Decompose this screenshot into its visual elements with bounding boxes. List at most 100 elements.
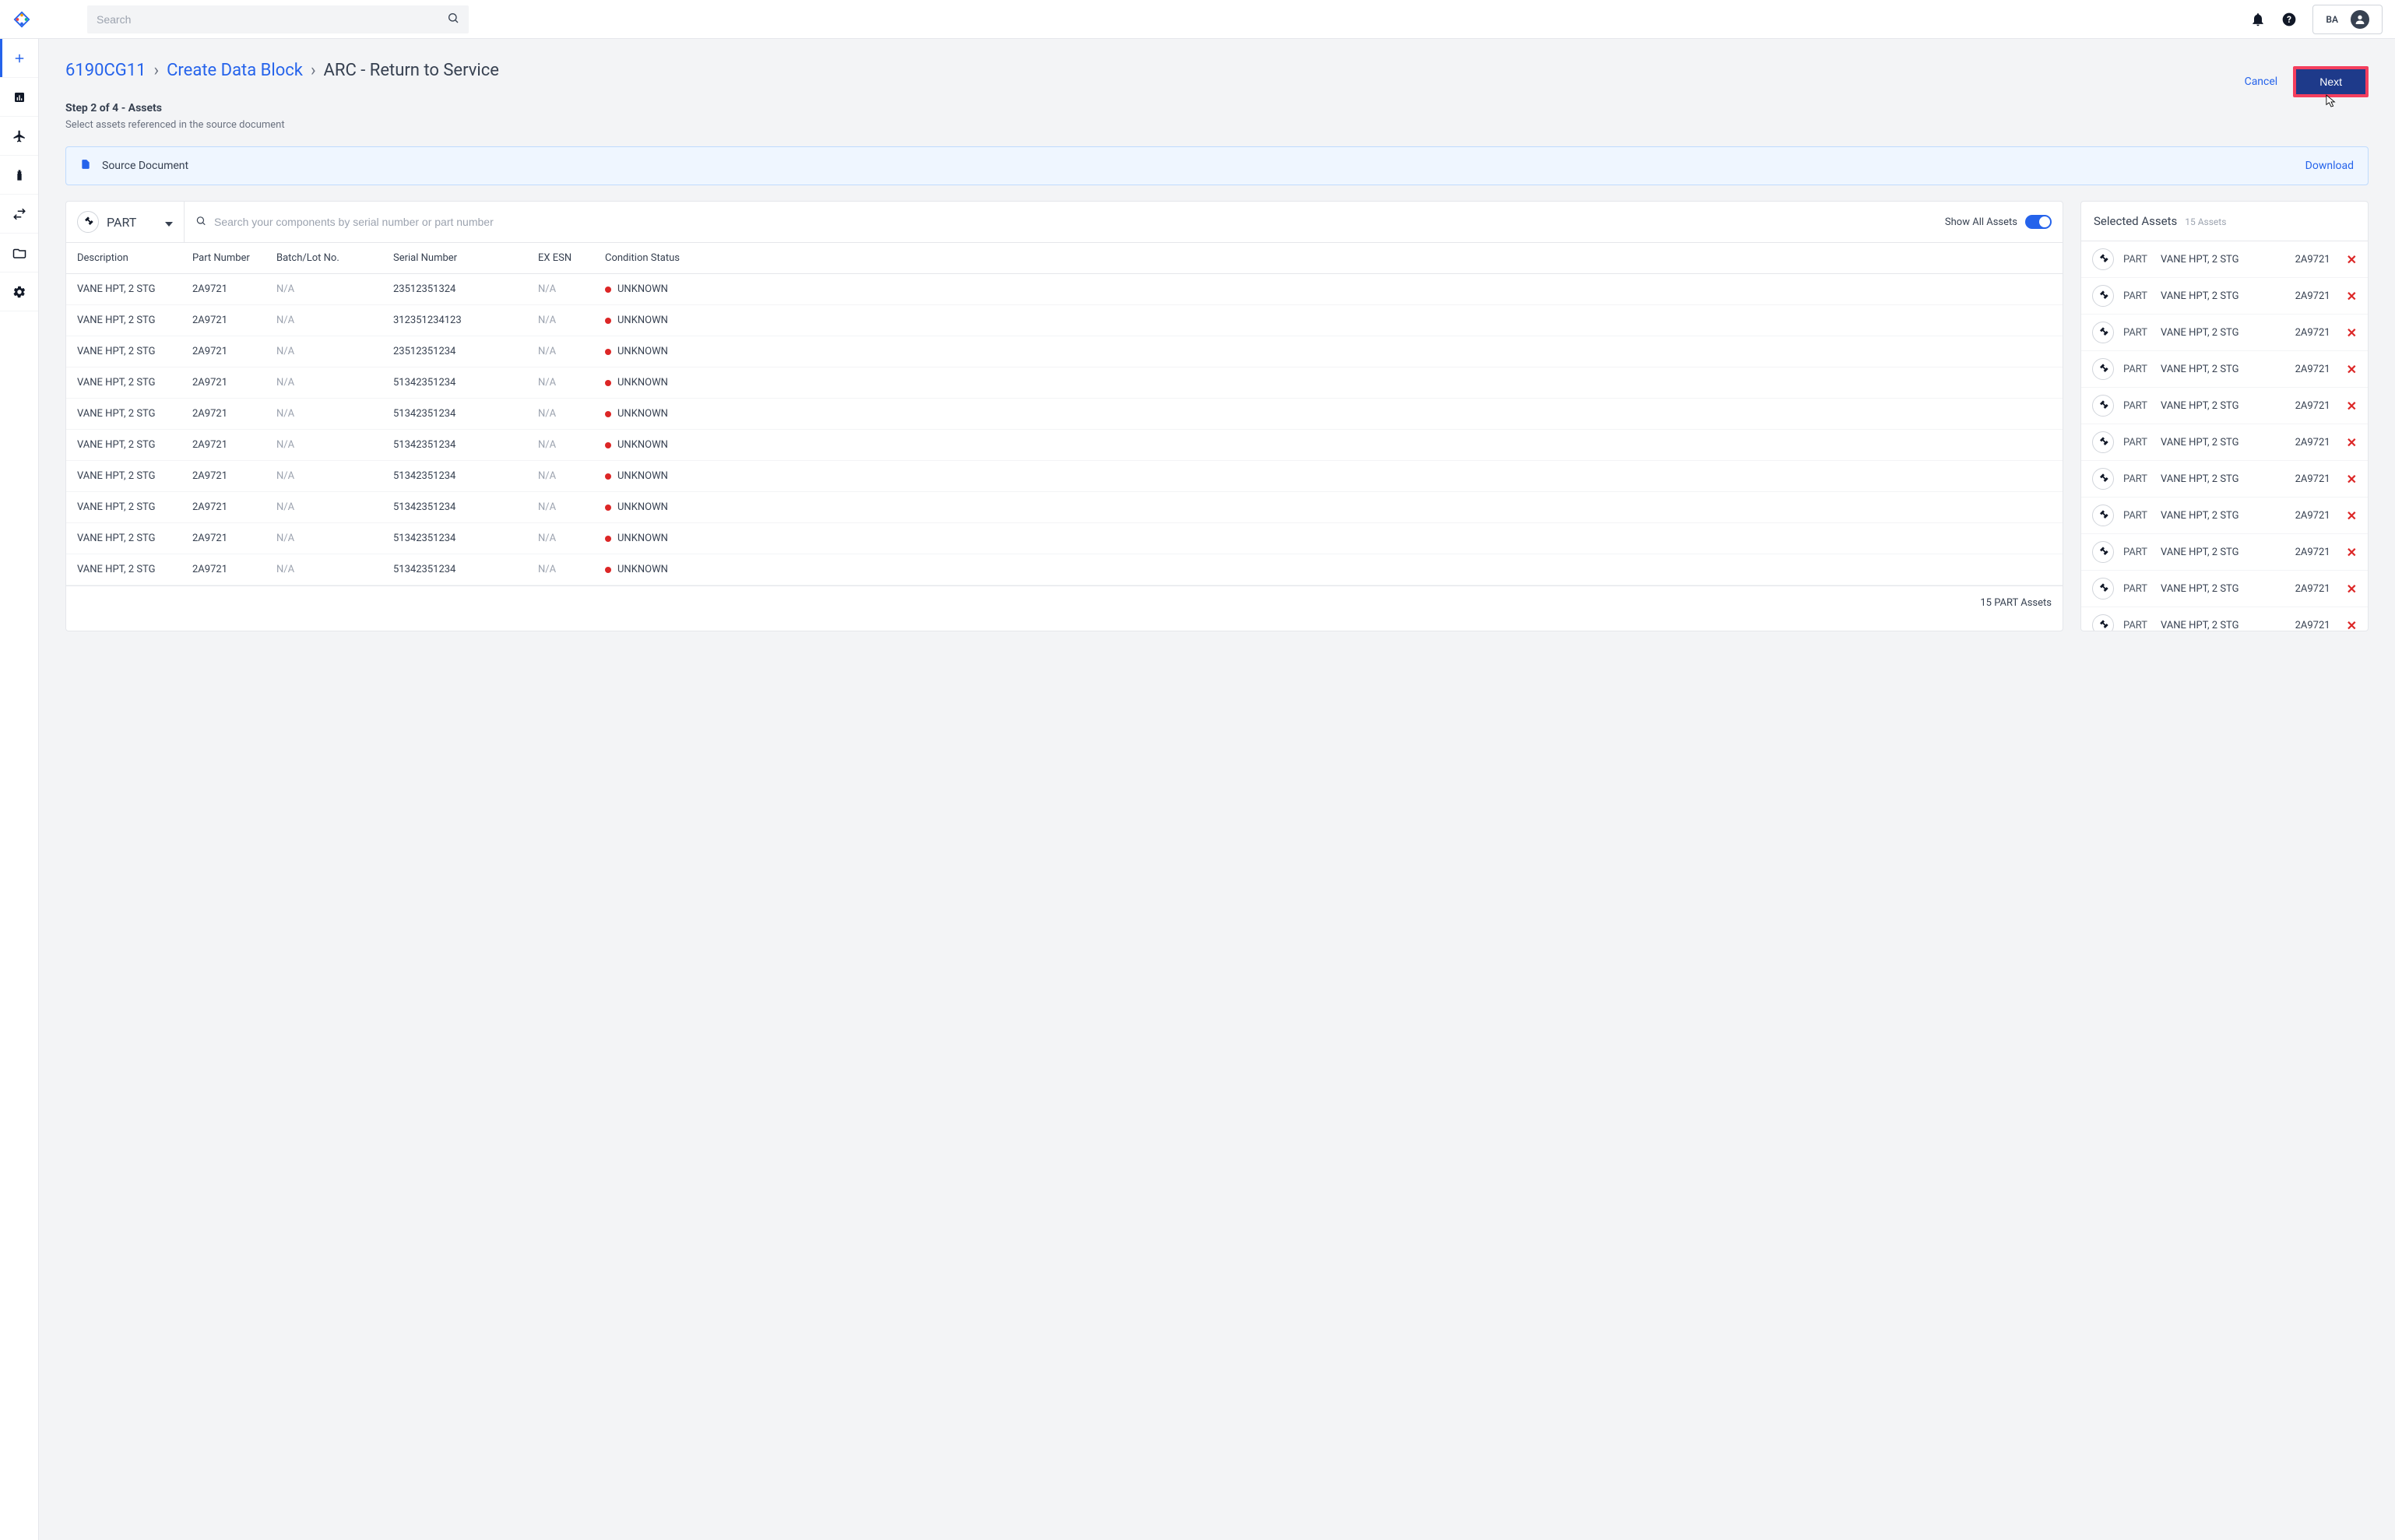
assets-panel: PART Show All Assets: [65, 201, 2063, 631]
component-search: [185, 206, 1934, 237]
remove-icon[interactable]: ✕: [2347, 325, 2357, 340]
remove-icon[interactable]: ✕: [2347, 252, 2357, 267]
assets-table: Description Part Number Batch/Lot No. Se…: [66, 243, 2063, 620]
cell-cond: UNKNOWN: [605, 346, 2052, 357]
selected-desc: VANE HPT, 2 STG: [2161, 400, 2286, 412]
help-icon[interactable]: ?: [2281, 12, 2297, 27]
table-footer: 15 PART Assets: [66, 585, 2063, 620]
status-dot-icon: [605, 349, 611, 355]
next-button[interactable]: Next: [2293, 66, 2369, 97]
selected-desc: VANE HPT, 2 STG: [2161, 290, 2286, 302]
sidenav-dashboard[interactable]: [0, 78, 38, 117]
selected-pn: 2A9721: [2295, 290, 2337, 302]
breadcrumb-l2[interactable]: Create Data Block: [167, 61, 303, 80]
selected-desc: VANE HPT, 2 STG: [2161, 364, 2286, 375]
cell-ex: N/A: [538, 408, 605, 420]
cancel-button[interactable]: Cancel: [2245, 76, 2278, 88]
cell-batch: N/A: [276, 501, 393, 513]
table-row[interactable]: VANE HPT, 2 STG2A9721N/A312351234123N/AU…: [66, 305, 2063, 336]
part-icon: [77, 211, 99, 233]
table-row[interactable]: VANE HPT, 2 STG2A9721N/A51342351234N/AUN…: [66, 399, 2063, 430]
cell-pn: 2A9721: [192, 283, 276, 295]
table-row[interactable]: VANE HPT, 2 STG2A9721N/A51342351234N/AUN…: [66, 367, 2063, 399]
cell-ex: N/A: [538, 501, 605, 513]
table-row[interactable]: VANE HPT, 2 STG2A9721N/A51342351234N/AUN…: [66, 430, 2063, 461]
cell-desc: VANE HPT, 2 STG: [77, 470, 192, 482]
doc-label: Source Document: [102, 160, 188, 172]
col-ex-esn: EX ESN: [538, 252, 605, 264]
topbar-actions: ? BA: [2250, 5, 2383, 34]
sidenav-settings[interactable]: [0, 272, 38, 311]
cell-desc: VANE HPT, 2 STG: [77, 501, 192, 513]
sidenav-transfer[interactable]: [0, 195, 38, 234]
cell-batch: N/A: [276, 439, 393, 451]
selected-desc: VANE HPT, 2 STG: [2161, 254, 2286, 265]
cell-sn: 51342351234: [393, 439, 538, 451]
remove-icon[interactable]: ✕: [2347, 618, 2357, 631]
cell-cond: UNKNOWN: [605, 315, 2052, 326]
remove-icon[interactable]: ✕: [2347, 399, 2357, 413]
table-row[interactable]: VANE HPT, 2 STG2A9721N/A51342351234N/AUN…: [66, 492, 2063, 523]
cell-ex: N/A: [538, 564, 605, 575]
document-icon: [80, 158, 91, 174]
sidenav-tower[interactable]: [0, 156, 38, 195]
remove-icon[interactable]: ✕: [2347, 582, 2357, 596]
cell-batch: N/A: [276, 533, 393, 544]
selected-title: Selected Assets: [2094, 214, 2177, 228]
sidenav-aircraft[interactable]: [0, 117, 38, 156]
table-row[interactable]: VANE HPT, 2 STG2A9721N/A51342351234N/AUN…: [66, 554, 2063, 585]
component-search-input[interactable]: [195, 206, 1923, 237]
col-serial: Serial Number: [393, 252, 538, 264]
selected-item: PART VANE HPT, 2 STG 2A9721 ✕: [2081, 278, 2368, 315]
app-logo[interactable]: [12, 10, 31, 29]
cell-batch: N/A: [276, 408, 393, 420]
selected-desc: VANE HPT, 2 STG: [2161, 473, 2286, 485]
download-link[interactable]: Download: [2305, 160, 2354, 172]
cell-pn: 2A9721: [192, 533, 276, 544]
cell-batch: N/A: [276, 564, 393, 575]
remove-icon[interactable]: ✕: [2347, 472, 2357, 487]
col-description: Description: [77, 252, 192, 264]
selected-type: PART: [2123, 620, 2151, 631]
user-badge[interactable]: BA: [2312, 5, 2383, 34]
breadcrumb-sep: ›: [154, 61, 160, 80]
table-row[interactable]: VANE HPT, 2 STG2A9721N/A51342351234N/AUN…: [66, 461, 2063, 492]
cell-ex: N/A: [538, 439, 605, 451]
selected-pn: 2A9721: [2295, 254, 2337, 265]
sidenav-folder[interactable]: [0, 234, 38, 272]
show-all-toggle-wrap: Show All Assets: [1934, 215, 2063, 229]
remove-icon[interactable]: ✕: [2347, 289, 2357, 304]
breadcrumb-l1[interactable]: 6190CG11: [65, 61, 146, 80]
cell-batch: N/A: [276, 315, 393, 326]
selected-pn: 2A9721: [2295, 583, 2337, 595]
selected-desc: VANE HPT, 2 STG: [2161, 437, 2286, 448]
selected-type: PART: [2123, 327, 2151, 339]
cell-pn: 2A9721: [192, 315, 276, 326]
sidenav-add[interactable]: [0, 39, 38, 78]
remove-icon[interactable]: ✕: [2347, 435, 2357, 450]
selected-type: PART: [2123, 254, 2151, 265]
search-icon: [447, 12, 459, 27]
show-all-toggle[interactable]: [2025, 215, 2052, 229]
remove-icon[interactable]: ✕: [2347, 362, 2357, 377]
caret-down-icon: [165, 215, 173, 230]
part-icon: [2092, 468, 2114, 490]
part-icon: [2092, 431, 2114, 453]
remove-icon[interactable]: ✕: [2347, 545, 2357, 560]
remove-icon[interactable]: ✕: [2347, 508, 2357, 523]
asset-type-dropdown[interactable]: PART: [66, 202, 185, 242]
selected-pn: 2A9721: [2295, 400, 2337, 412]
search-input[interactable]: [87, 5, 469, 33]
source-doc-banner: Source Document Download: [65, 146, 2369, 185]
status-dot-icon: [605, 411, 611, 417]
table-row[interactable]: VANE HPT, 2 STG2A9721N/A51342351234N/AUN…: [66, 523, 2063, 554]
selected-pn: 2A9721: [2295, 547, 2337, 558]
selected-type: PART: [2123, 290, 2151, 302]
selected-pn: 2A9721: [2295, 620, 2337, 631]
cell-cond: UNKNOWN: [605, 408, 2052, 420]
table-row[interactable]: VANE HPT, 2 STG2A9721N/A23512351324N/AUN…: [66, 274, 2063, 305]
table-row[interactable]: VANE HPT, 2 STG2A9721N/A23512351234N/AUN…: [66, 336, 2063, 367]
cell-pn: 2A9721: [192, 377, 276, 389]
notifications-icon[interactable]: [2250, 12, 2266, 27]
svg-text:?: ?: [2287, 14, 2291, 25]
